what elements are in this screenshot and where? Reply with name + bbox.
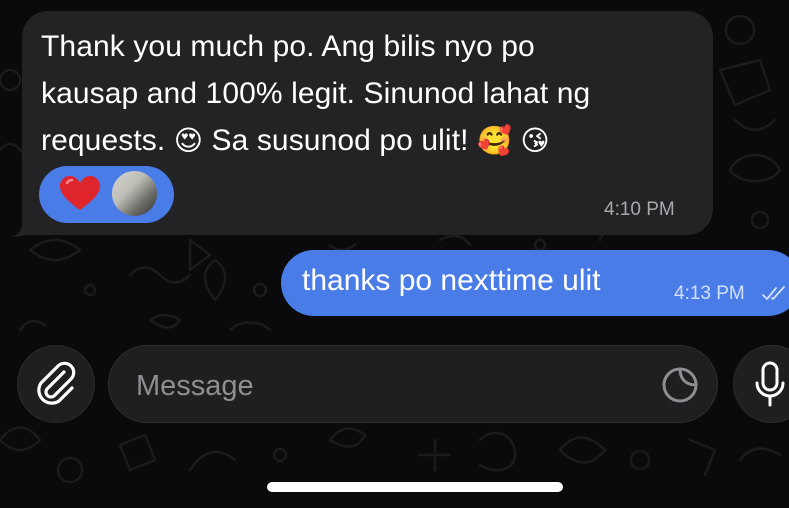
paperclip-icon: [37, 361, 76, 405]
reactor-avatar[interactable]: [110, 169, 159, 218]
microphone-icon: [755, 361, 785, 407]
incoming-line-3: requests. 😍 Sa susunod po ulit! 🥰 😘: [41, 117, 705, 164]
incoming-message-text: Thank you much po. Ang bilis nyo po kaus…: [41, 23, 705, 164]
double-check-icon: [762, 286, 785, 300]
outgoing-message-text: thanks po nexttime ulit: [302, 264, 601, 297]
blowing-kiss-emoji: 😘: [520, 124, 550, 157]
outgoing-timestamp: 4:13 PM: [674, 283, 745, 304]
smiling-hearts-emoji: 🥰: [477, 124, 512, 157]
incoming-line-3-text-a: requests.: [41, 124, 166, 157]
message-input[interactable]: [134, 366, 638, 406]
incoming-timestamp: 4:10 PM: [604, 199, 675, 220]
incoming-line-2: kausap and 100% legit. Sinunod lahat ng: [41, 77, 591, 110]
home-indicator[interactable]: [267, 482, 563, 492]
incoming-line-3-text-b: Sa susunod po ulit!: [211, 124, 469, 157]
sticker-icon[interactable]: [658, 363, 702, 407]
heart-icon: [60, 176, 100, 210]
incoming-line-1: Thank you much po. Ang bilis nyo po: [41, 30, 535, 63]
heart-eyes-emoji: 😍: [173, 124, 204, 157]
attach-button[interactable]: [17, 345, 95, 423]
microphone-button[interactable]: [733, 345, 789, 423]
